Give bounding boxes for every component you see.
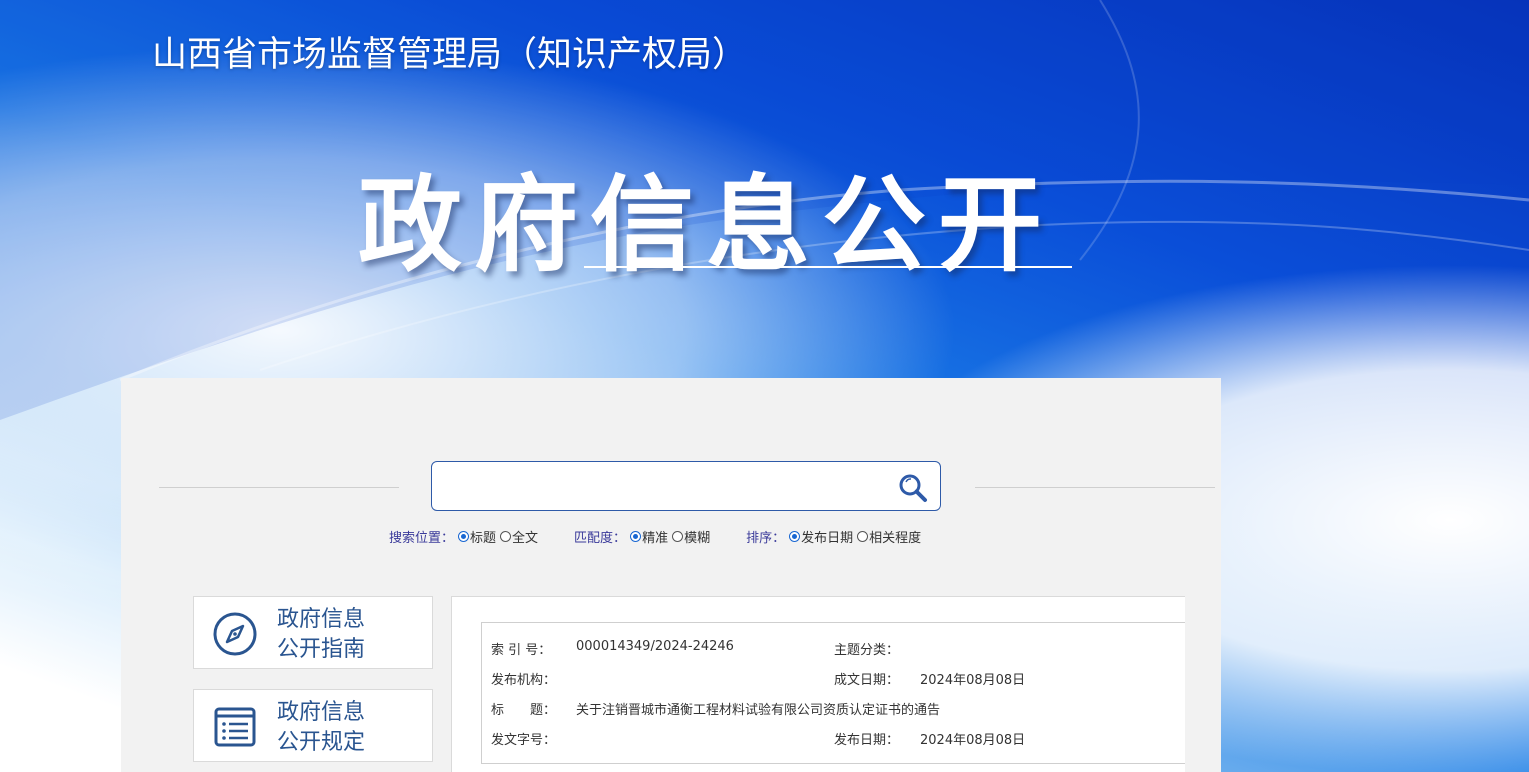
sidebar-item-disclosure-rules[interactable]: 政府信息 公开规定 xyxy=(193,689,433,762)
sort-options: 排序： 发布日期 相关程度 xyxy=(746,527,923,546)
doc-number-label: 发文字号： xyxy=(491,733,557,748)
topic-label: 主题分类： xyxy=(834,643,900,658)
sidebar-item-disclosure-guide[interactable]: 政府信息 公开指南 xyxy=(193,596,433,669)
compass-icon xyxy=(213,612,257,656)
sidebar-item-line1: 政府信息 xyxy=(277,607,366,632)
sidebar-item-label: 政府信息 公开规定 xyxy=(277,698,365,758)
radio-sort-relevance-label: 相关程度 xyxy=(869,530,922,546)
search-position-options: 搜索位置： 标题 全文 xyxy=(389,527,540,546)
radio-fulltext-label: 全文 xyxy=(512,530,539,546)
search-position-label: 搜索位置： xyxy=(389,530,455,546)
radio-fuzzy-label: 模糊 xyxy=(684,530,711,546)
search-divider-left xyxy=(159,487,399,488)
sidebar-item-line2: 公开规定 xyxy=(277,730,366,755)
doc-title-label: 标 题： xyxy=(491,703,557,718)
radio-sort-relevance[interactable] xyxy=(857,530,869,542)
index-value: 000014349/2024-24246 xyxy=(576,639,734,654)
sidebar-item-line2: 公开指南 xyxy=(277,637,366,662)
page-title: 政府信息公开 xyxy=(358,164,1055,286)
search-options: 搜索位置： 标题 全文 匹配度： 精准 模糊 排序： 发布日期 相关程度 xyxy=(389,525,957,547)
search-divider-right xyxy=(975,487,1215,488)
radio-sort-date-label: 发布日期 xyxy=(801,530,854,546)
title-underline xyxy=(584,266,1072,268)
radio-sort-date[interactable] xyxy=(789,530,801,542)
publish-date-value: 2024年08月08日 xyxy=(920,733,1026,748)
created-date-label: 成文日期： xyxy=(834,673,900,688)
doc-title-value: 关于注销晋城市通衡工程材料试验有限公司资质认定证书的通告 xyxy=(576,703,941,718)
radio-exact-label: 精准 xyxy=(642,530,669,546)
publisher-label: 发布机构： xyxy=(491,673,557,688)
search-icon[interactable] xyxy=(897,472,929,504)
radio-fulltext[interactable] xyxy=(500,530,512,542)
radio-title[interactable] xyxy=(458,530,470,542)
match-label: 匹配度： xyxy=(574,530,627,546)
publish-date-label: 发布日期： xyxy=(834,733,900,748)
document-list-icon xyxy=(214,707,256,747)
sidebar-item-line1: 政府信息 xyxy=(277,700,366,725)
sidebar-item-label: 政府信息 公开指南 xyxy=(277,605,365,665)
radio-fuzzy[interactable] xyxy=(672,530,684,542)
search-box xyxy=(431,461,941,511)
index-label: 索 引 号： xyxy=(491,643,552,658)
created-date-value: 2024年08月08日 xyxy=(920,673,1026,688)
sort-label: 排序： xyxy=(746,530,786,546)
org-title: 山西省市场监督管理局（知识产权局） xyxy=(152,35,748,75)
search-input[interactable] xyxy=(444,470,888,504)
radio-exact[interactable] xyxy=(630,530,642,542)
radio-title-label: 标题 xyxy=(470,530,497,546)
match-options: 匹配度： 精准 模糊 xyxy=(574,527,712,546)
